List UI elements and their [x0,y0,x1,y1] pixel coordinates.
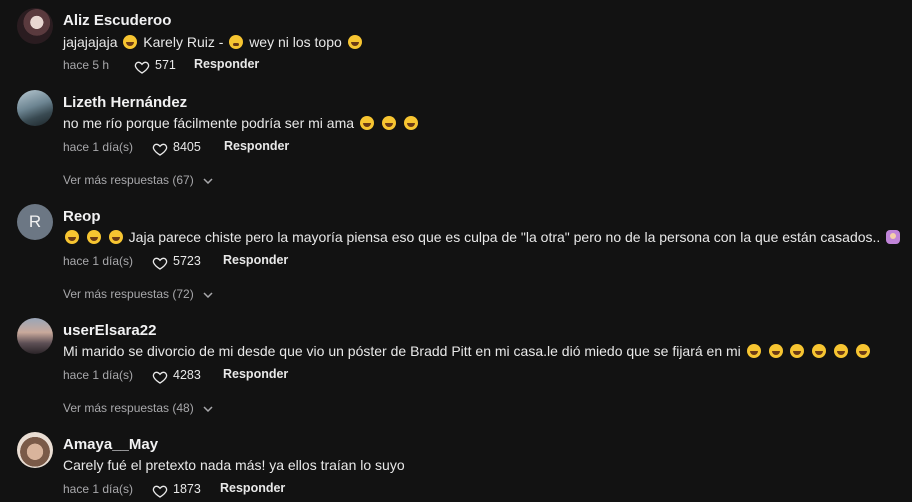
laughing-emoji-icon [790,344,805,358]
laughing-emoji-icon [65,230,79,244]
reply-button[interactable]: Responder [223,253,288,267]
laughing-emoji-icon [359,116,374,130]
heart-outline-icon[interactable] [152,255,168,271]
laughing-emoji-icon [812,344,827,358]
like-count: 1873 [173,482,201,496]
comment-username[interactable]: Aliz Escuderoo [63,12,171,29]
comment-text: Jaja parece chiste pero la mayoría piens… [63,229,902,245]
comment-meta: hace 1 día(s) 5723 Responder [63,253,363,272]
laughing-emoji-icon [856,344,871,358]
avatar[interactable] [17,8,53,44]
laughing-emoji-icon [123,35,138,49]
shrug-person-emoji-icon [886,230,901,244]
comment-username[interactable]: Lizeth Hernández [63,94,187,111]
avatar[interactable] [17,318,53,354]
comment-username[interactable]: Amaya__May [63,436,158,453]
view-more-replies-button[interactable]: Ver más respuestas (67) [63,173,213,187]
sleepy-emoji-icon [229,35,244,49]
comment-text: jajajajaja Karely Ruiz - wey ni los topo [63,34,364,50]
comment-text: Carely fué el pretexto nada más! ya ello… [63,457,405,473]
laughing-emoji-icon [108,230,123,244]
comment-text: Mi marido se divorcio de mi desde que vi… [63,343,872,359]
like-count: 4283 [173,368,201,382]
comment-username[interactable]: userElsara22 [63,322,156,339]
comment-time: hace 1 día(s) [63,368,134,382]
chevron-down-icon [203,406,213,412]
reply-button[interactable]: Responder [220,481,285,495]
like-count: 571 [155,58,176,72]
heart-outline-icon[interactable] [134,59,150,75]
chevron-down-icon [203,178,213,184]
comment-meta: hace 1 día(s) 1873 Responder [63,481,363,500]
reply-button[interactable]: Responder [194,57,259,71]
reply-button[interactable]: Responder [223,367,288,381]
avatar[interactable] [17,90,53,126]
laughing-emoji-icon [768,344,783,358]
laughing-emoji-icon [381,116,396,130]
comment-meta: hace 1 día(s) 4283 Responder [63,367,363,386]
laughing-emoji-icon [86,230,101,244]
comment-time: hace 1 día(s) [63,482,134,496]
comment-time: hace 5 h [63,58,110,72]
reply-button[interactable]: Responder [224,139,289,153]
comment-meta: hace 1 día(s) 8405 Responder [63,139,363,158]
heart-outline-icon[interactable] [152,483,168,499]
chevron-down-icon [203,292,213,298]
comment-meta: hace 5 h 571 Responder [63,57,363,76]
avatar[interactable]: R [17,204,53,240]
like-count: 5723 [173,254,201,268]
heart-outline-icon[interactable] [152,141,168,157]
comment-text: no me río porque fácilmente podría ser m… [63,115,420,131]
comment-time: hace 1 día(s) [63,254,134,268]
avatar[interactable] [17,432,53,468]
heart-outline-icon[interactable] [152,369,168,385]
laughing-emoji-icon [347,35,362,49]
view-more-replies-button[interactable]: Ver más respuestas (48) [63,401,213,415]
like-count: 8405 [173,140,201,154]
view-more-replies-button[interactable]: Ver más respuestas (72) [63,287,213,301]
laughing-emoji-icon [834,344,849,358]
comment-username[interactable]: Reop [63,208,101,225]
comment-time: hace 1 día(s) [63,140,134,154]
laughing-emoji-icon [746,344,761,358]
laughing-emoji-icon [403,116,418,130]
